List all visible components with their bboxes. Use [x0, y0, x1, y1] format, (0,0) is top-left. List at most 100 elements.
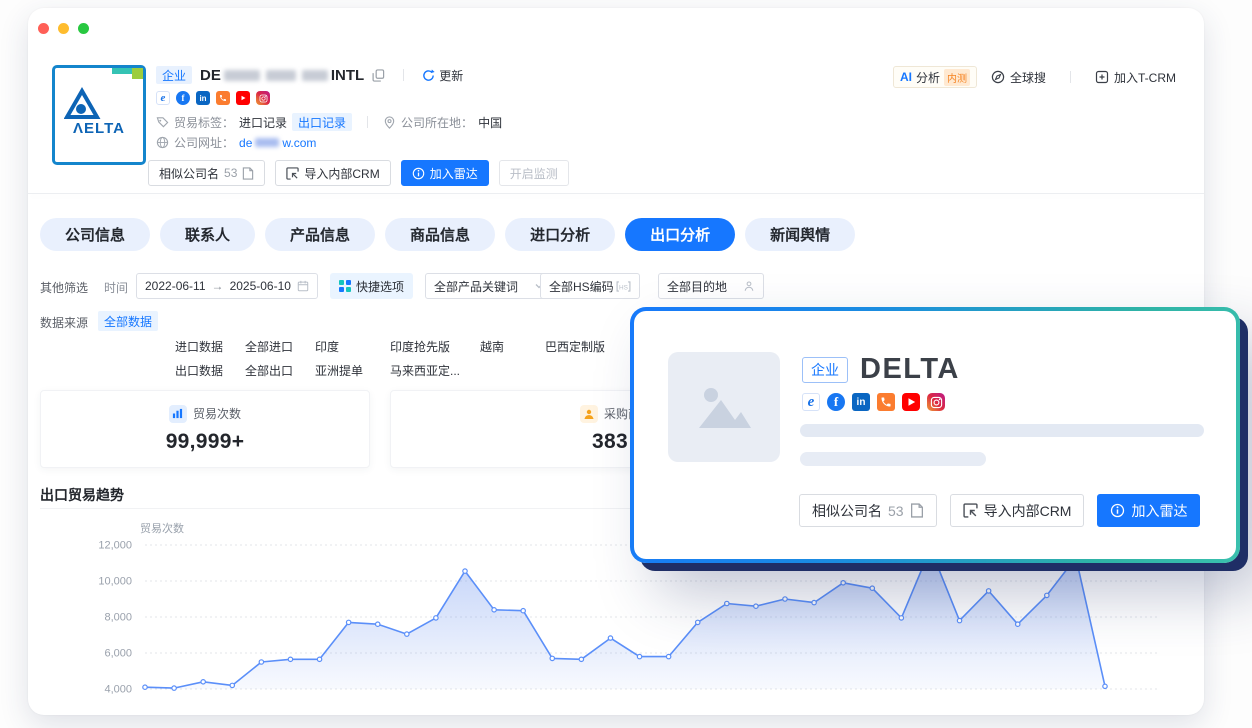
hs-icon: HS [616, 281, 631, 292]
bar-chart-icon [169, 405, 187, 423]
chart-title: 出口贸易趋势 [40, 485, 124, 505]
add-radar-button[interactable]: 加入雷达 [1097, 494, 1200, 527]
delta-logo-icon: ΛELTA [64, 85, 134, 145]
trade-tag-icon [156, 116, 169, 129]
refresh-button[interactable]: 更新 [422, 67, 463, 84]
company-name-prefix: DE [200, 67, 221, 84]
source-link[interactable]: 亚洲提单 [315, 362, 363, 379]
global-search-button[interactable]: 全球搜 [991, 69, 1046, 86]
global-search-label: 全球搜 [1010, 69, 1046, 86]
company-logo: ΛELTA [52, 65, 146, 165]
facebook-icon[interactable]: f [827, 393, 845, 411]
add-radar-button[interactable]: 加入雷达 [401, 160, 489, 186]
linkedin-icon[interactable]: in [852, 393, 870, 411]
svg-text:12,000: 12,000 [98, 540, 132, 552]
instagram-icon[interactable] [256, 91, 270, 105]
skeleton-bar [800, 424, 1204, 437]
website-icon[interactable]: e [156, 91, 170, 105]
divider [1070, 71, 1071, 83]
company-popup-card: 企业 DELTA efin 相似公司名 53 导入内部CRM 加入雷达 [630, 307, 1240, 563]
website-link[interactable]: de w.com [239, 136, 316, 150]
start-monitor-button[interactable]: 开启监测 [499, 160, 569, 186]
source-link[interactable]: 马来西亚定... [390, 362, 460, 379]
start-monitor-label: 开启监测 [510, 165, 558, 182]
location-icon [383, 116, 396, 129]
destination-select[interactable]: 全部目的地 [658, 273, 764, 299]
tab-bar: 公司信息 联系人 产品信息 商品信息 进口分析 出口分析 新闻舆情 [40, 218, 855, 251]
import-icon [286, 167, 299, 180]
window-close-button[interactable] [38, 23, 49, 34]
import-records-tag[interactable]: 进口记录 [239, 114, 287, 131]
website-icon[interactable]: e [802, 393, 820, 411]
tab-news[interactable]: 新闻舆情 [745, 218, 855, 251]
import-crm-button[interactable]: 导入内部CRM [275, 160, 390, 186]
enterprise-badge: 企业 [156, 66, 192, 84]
ai-label: AI [900, 70, 912, 84]
facebook-icon[interactable]: f [176, 91, 190, 105]
social-icon-row: efin [156, 91, 270, 105]
import-crm-button[interactable]: 导入内部CRM [950, 494, 1085, 527]
date-range-input[interactable]: 2022-06-11 → 2025-06-10 [136, 273, 318, 299]
stat-value: 383 [592, 430, 628, 454]
date-start-value: 2022-06-11 [145, 279, 206, 293]
tab-commodity-info[interactable]: 商品信息 [385, 218, 495, 251]
similar-company-count: 53 [224, 166, 237, 180]
quick-options-button[interactable]: 快捷选项 [330, 273, 413, 299]
document-icon [242, 167, 254, 180]
window-minimize-button[interactable] [58, 23, 69, 34]
skeleton-bar [800, 452, 986, 466]
youtube-icon[interactable] [236, 91, 250, 105]
document-icon [910, 503, 924, 518]
stat-card-trade-count: 贸易次数 99,999+ [40, 390, 370, 468]
refresh-label: 更新 [439, 67, 463, 84]
popup-company-title: DELTA [860, 353, 960, 386]
website-suffix: w.com [282, 136, 316, 150]
tab-product-info[interactable]: 产品信息 [265, 218, 375, 251]
source-link[interactable]: 越南 [480, 338, 504, 355]
company-name-redacted [266, 70, 296, 81]
phone-icon[interactable] [877, 393, 895, 411]
source-link[interactable]: 巴西定制版 [545, 338, 605, 355]
trade-tags-label: 贸易标签： [174, 114, 234, 131]
source-link[interactable]: 印度抢先版 [390, 338, 450, 355]
copy-icon[interactable] [372, 69, 385, 82]
ai-analysis-button[interactable]: AI 分析 内测 [893, 66, 977, 88]
tcrm-icon [1095, 70, 1109, 84]
divider [367, 116, 368, 128]
info-icon [412, 167, 425, 180]
tab-company-info[interactable]: 公司信息 [40, 218, 150, 251]
similar-company-label: 相似公司名 [812, 501, 882, 521]
data-source-label: 数据来源 [40, 314, 88, 331]
svg-text:ΛELTA: ΛELTA [73, 120, 125, 137]
export-trend-chart: 12,00010,0008,0006,0004,000 [28, 538, 1204, 715]
linkedin-icon[interactable]: in [196, 91, 210, 105]
analysis-label: 分析 [916, 69, 940, 86]
data-source-all[interactable]: 全部数据 [98, 311, 158, 331]
tab-export-analysis[interactable]: 出口分析 [625, 218, 735, 251]
window-zoom-button[interactable] [78, 23, 89, 34]
logo-accent-green [132, 68, 143, 79]
product-keywords-select[interactable]: 全部产品关键词 [425, 273, 553, 299]
add-radar-label: 加入雷达 [430, 165, 478, 182]
hs-code-select[interactable]: 全部HS编码 HS [540, 273, 640, 299]
tab-contacts[interactable]: 联系人 [160, 218, 255, 251]
tab-import-analysis[interactable]: 进口分析 [505, 218, 615, 251]
source-link[interactable]: 印度 [315, 338, 339, 355]
svg-text:8,000: 8,000 [104, 612, 132, 624]
source-link[interactable]: 全部进口 [245, 338, 293, 355]
date-end-value: 2025-06-10 [230, 279, 291, 293]
export-records-tag[interactable]: 出口记录 [292, 113, 352, 131]
product-keywords-value: 全部产品关键词 [434, 278, 518, 295]
other-filters-label: 其他筛选 [40, 279, 88, 296]
instagram-icon[interactable] [927, 393, 945, 411]
stat-value: 99,999+ [166, 430, 245, 454]
similar-company-button[interactable]: 相似公司名 53 [799, 494, 937, 527]
image-placeholder [668, 352, 780, 462]
grid-icon [339, 280, 351, 292]
youtube-icon[interactable] [902, 393, 920, 411]
source-link[interactable]: 全部出口 [245, 362, 293, 379]
svg-text:10,000: 10,000 [98, 576, 132, 588]
add-tcrm-button[interactable]: 加入T-CRM [1095, 69, 1176, 86]
similar-company-button[interactable]: 相似公司名 53 [148, 160, 265, 186]
phone-icon[interactable] [216, 91, 230, 105]
